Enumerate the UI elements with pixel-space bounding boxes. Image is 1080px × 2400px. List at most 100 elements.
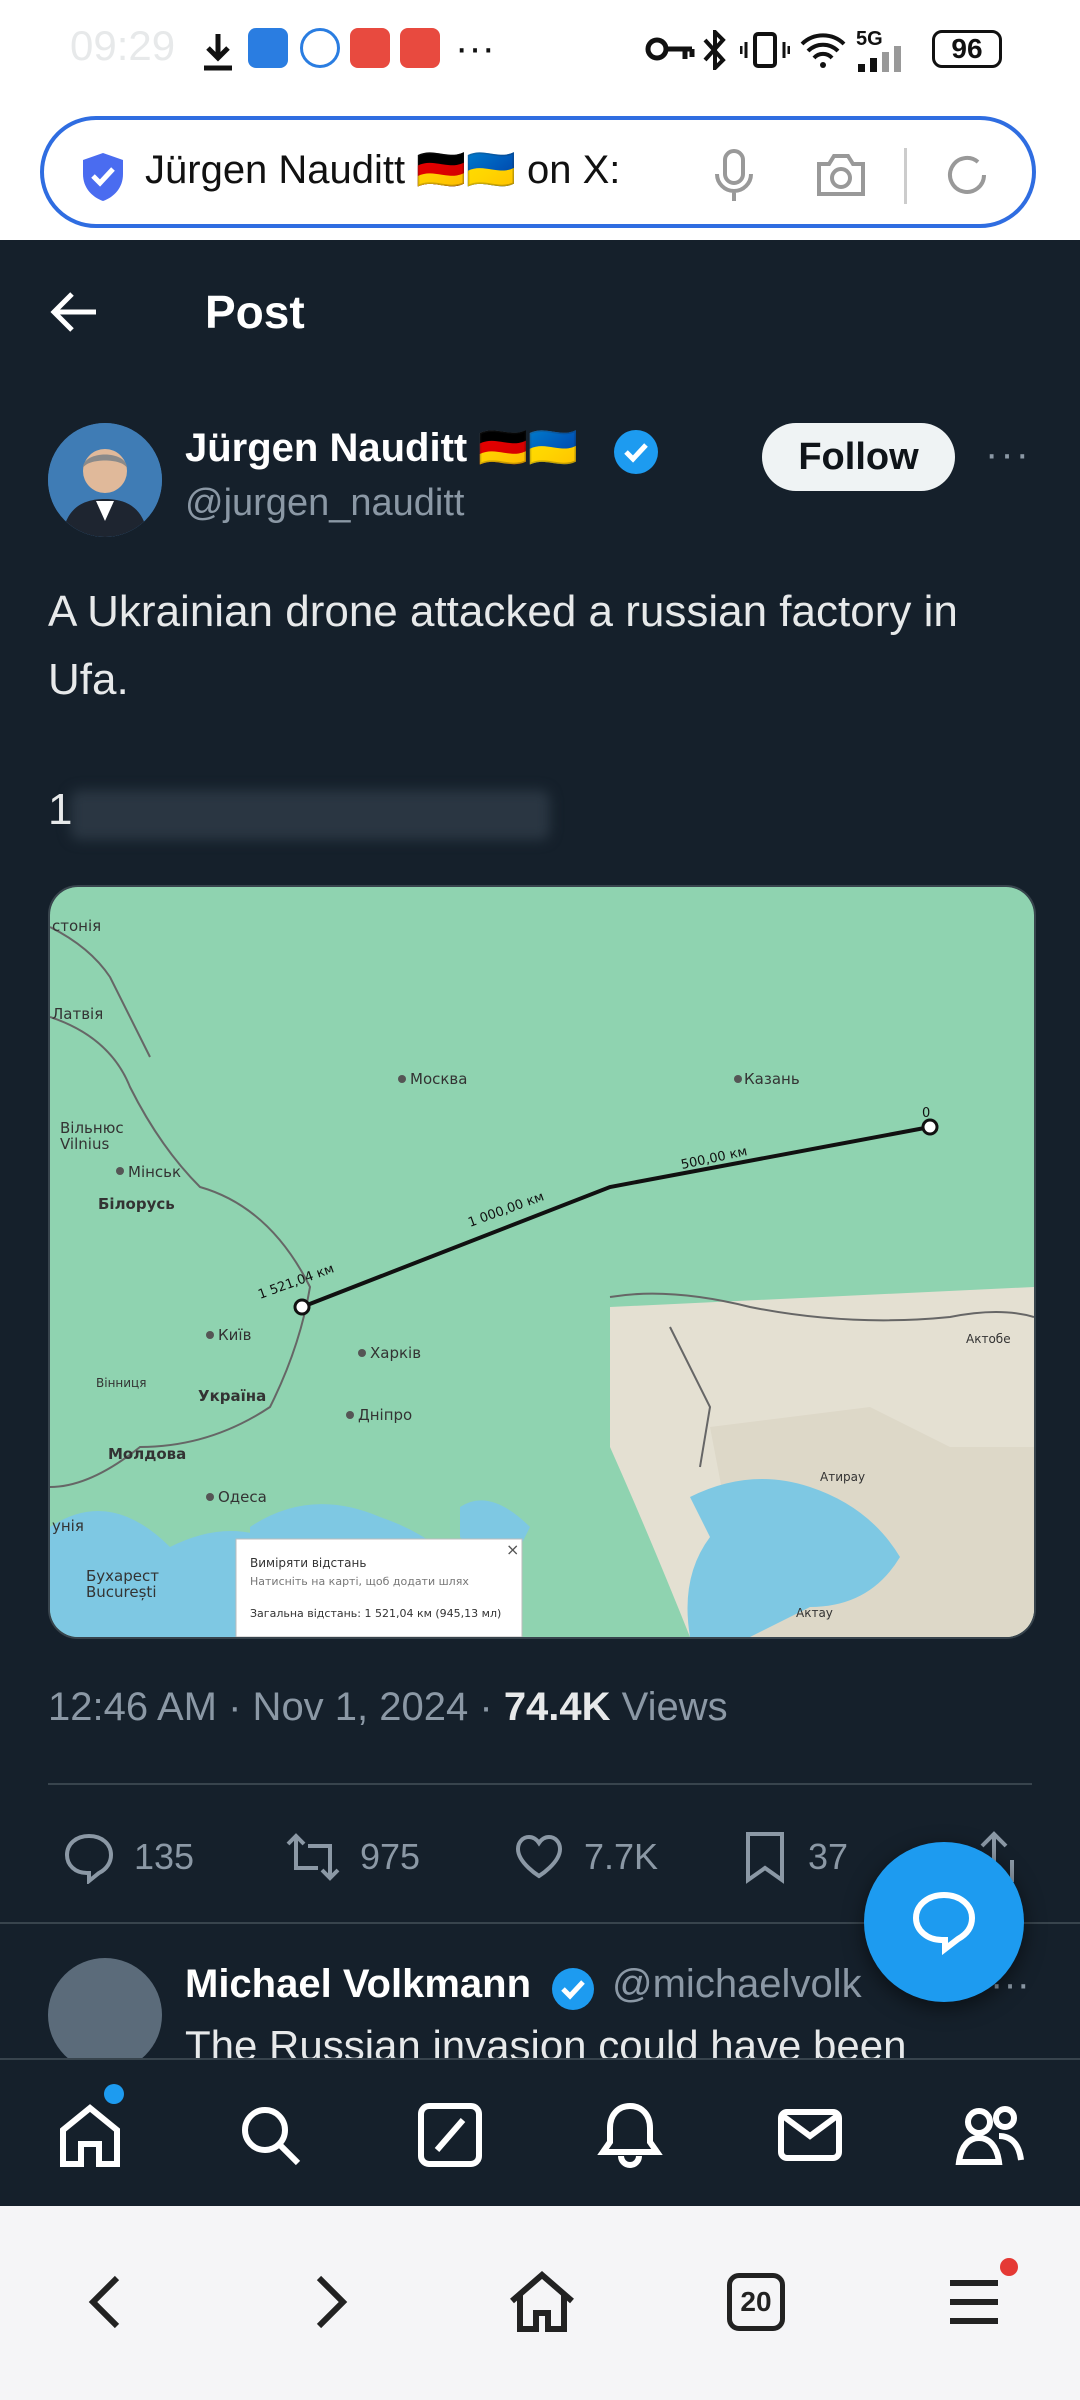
browser-forward-button[interactable] — [290, 2262, 370, 2342]
menu-notification-dot — [1000, 2258, 1018, 2276]
like-count: 7.7K — [584, 1836, 659, 1877]
like-button[interactable]: 7.7K — [512, 1830, 658, 1884]
views-count: 74.4K — [503, 1685, 611, 1729]
camera-icon[interactable] — [815, 150, 867, 198]
grok-icon — [418, 2103, 482, 2167]
popup-title: Виміряти відстань — [250, 1556, 366, 1570]
browser-home-button[interactable] — [502, 2262, 582, 2342]
map-label: Актау — [796, 1606, 833, 1620]
map-label: унія — [52, 1517, 84, 1535]
map-label: Москва — [410, 1070, 467, 1088]
reply-author-handle[interactable]: @michaelvolk — [612, 1962, 862, 2007]
reply-count: 135 — [134, 1836, 195, 1877]
heart-icon — [515, 1834, 563, 1879]
tab-notifications[interactable] — [590, 2095, 670, 2175]
reply-text: The Russian invasion could have been — [185, 2022, 907, 2058]
download-icon — [204, 34, 232, 71]
ifly-icon — [300, 28, 340, 68]
compose-reply-button[interactable] — [864, 1842, 1024, 2002]
app-icon — [350, 28, 390, 68]
popup-hint: Натисніть на карті, щоб додати шлях — [250, 1575, 469, 1588]
reply-icon — [64, 1833, 114, 1884]
battery-icon: 96 — [932, 30, 1002, 68]
back-arrow-icon[interactable] — [48, 290, 100, 334]
repost-icon — [286, 1833, 340, 1881]
status-time: 09:29 — [70, 22, 176, 69]
browser-tabs-button[interactable]: 20 — [716, 2262, 796, 2342]
refresh-icon[interactable] — [942, 150, 992, 200]
more-notifications: ··· — [455, 26, 495, 70]
mic-icon[interactable] — [712, 148, 756, 204]
views-label: Views — [610, 1685, 728, 1729]
author-handle[interactable]: @jurgen_nauditt — [185, 482, 464, 525]
author-flags: 🇩🇪🇺🇦 — [478, 426, 578, 470]
repost-button[interactable]: 975 — [284, 1830, 420, 1884]
tab-bar — [0, 2058, 1080, 2208]
browser-menu-button[interactable] — [934, 2262, 1014, 2342]
app-icon — [248, 28, 288, 68]
repost-count: 975 — [360, 1836, 421, 1877]
reply-author-name[interactable]: Michael Volkmann — [185, 1962, 531, 2007]
bookmark-icon — [746, 1832, 784, 1884]
chevron-left-icon — [88, 2275, 120, 2329]
avatar-image — [48, 423, 162, 537]
app-icon — [400, 28, 440, 68]
home-icon — [510, 2271, 574, 2332]
key-icon — [645, 37, 695, 61]
bluetooth-icon — [703, 30, 726, 70]
map-label: Дніпро — [358, 1406, 412, 1424]
divider — [48, 1783, 1032, 1785]
popup-total: Загальна відстань: 1 521,04 км (945,13 м… — [250, 1607, 501, 1620]
tab-search[interactable] — [230, 2095, 310, 2175]
map-label: Актобе — [966, 1332, 1011, 1346]
map-label: București — [86, 1583, 156, 1601]
avatar[interactable] — [48, 423, 162, 537]
map-label: Молдова — [108, 1445, 186, 1463]
chat-bubble-icon — [912, 1891, 976, 1955]
author-name[interactable]: Jürgen Nauditt 🇩🇪🇺🇦 — [185, 424, 578, 471]
tab-home[interactable] — [50, 2095, 130, 2175]
author-name-text: Jürgen Nauditt — [185, 426, 468, 470]
tweet-text-line2: 1 — [48, 785, 73, 834]
map-label: стонія — [52, 917, 101, 935]
map-label: Вінниця — [96, 1376, 146, 1390]
map-label: Латвія — [52, 1005, 103, 1023]
browser-back-button[interactable] — [66, 2262, 146, 2342]
chevron-right-icon — [316, 2275, 348, 2329]
map-drawing: стонія Латвія Вільнюс Vilnius Мінськ Біл… — [50, 887, 1034, 1637]
distance-label: 0 — [922, 1106, 930, 1121]
signal-icon — [858, 46, 901, 72]
bookmark-button[interactable]: 37 — [740, 1830, 848, 1884]
map-label: Мінськ — [128, 1163, 181, 1181]
post-meta: 12:46 AM · Nov 1, 2024 · 74.4K Views — [48, 1685, 728, 1730]
tabs-count: 20 — [727, 2273, 785, 2331]
vibrate-icon — [740, 32, 790, 68]
search-icon — [242, 2107, 301, 2166]
url-bar-divider — [904, 148, 907, 204]
verified-badge-icon — [552, 1968, 594, 2010]
tab-messages[interactable] — [770, 2095, 850, 2175]
home-icon — [60, 2104, 120, 2167]
menu-icon — [950, 2280, 998, 2324]
tab-grok[interactable] — [410, 2095, 490, 2175]
map-label: Україна — [198, 1387, 266, 1405]
more-options-icon[interactable]: ··· — [985, 432, 1031, 477]
home-notification-dot — [104, 2084, 124, 2104]
map-label: Одеса — [218, 1488, 267, 1506]
communities-icon — [955, 2106, 1024, 2165]
page-title: Post — [205, 286, 305, 338]
notifications-icon — [597, 2102, 663, 2168]
map-label: Харків — [370, 1344, 421, 1362]
url-text[interactable]: Jürgen Nauditt 🇩🇪🇺🇦 on X: — [145, 146, 620, 193]
bookmark-count: 37 — [808, 1836, 849, 1877]
post-timestamp[interactable]: 12:46 AM · Nov 1, 2024 · — [48, 1685, 504, 1729]
post-image-map[interactable]: стонія Латвія Вільнюс Vilnius Мінськ Біл… — [48, 885, 1036, 1639]
reply-avatar[interactable] — [48, 1958, 162, 2072]
popup-close-icon: × — [506, 1540, 519, 1559]
tweet-text: A Ukrainian drone attacked a russian fac… — [48, 587, 958, 704]
map-label: Казань — [744, 1070, 800, 1088]
tab-communities[interactable] — [950, 2095, 1030, 2175]
reply-button[interactable]: 135 — [62, 1830, 194, 1884]
follow-button[interactable]: Follow — [762, 423, 955, 491]
map-label: Білорусь — [98, 1195, 175, 1213]
